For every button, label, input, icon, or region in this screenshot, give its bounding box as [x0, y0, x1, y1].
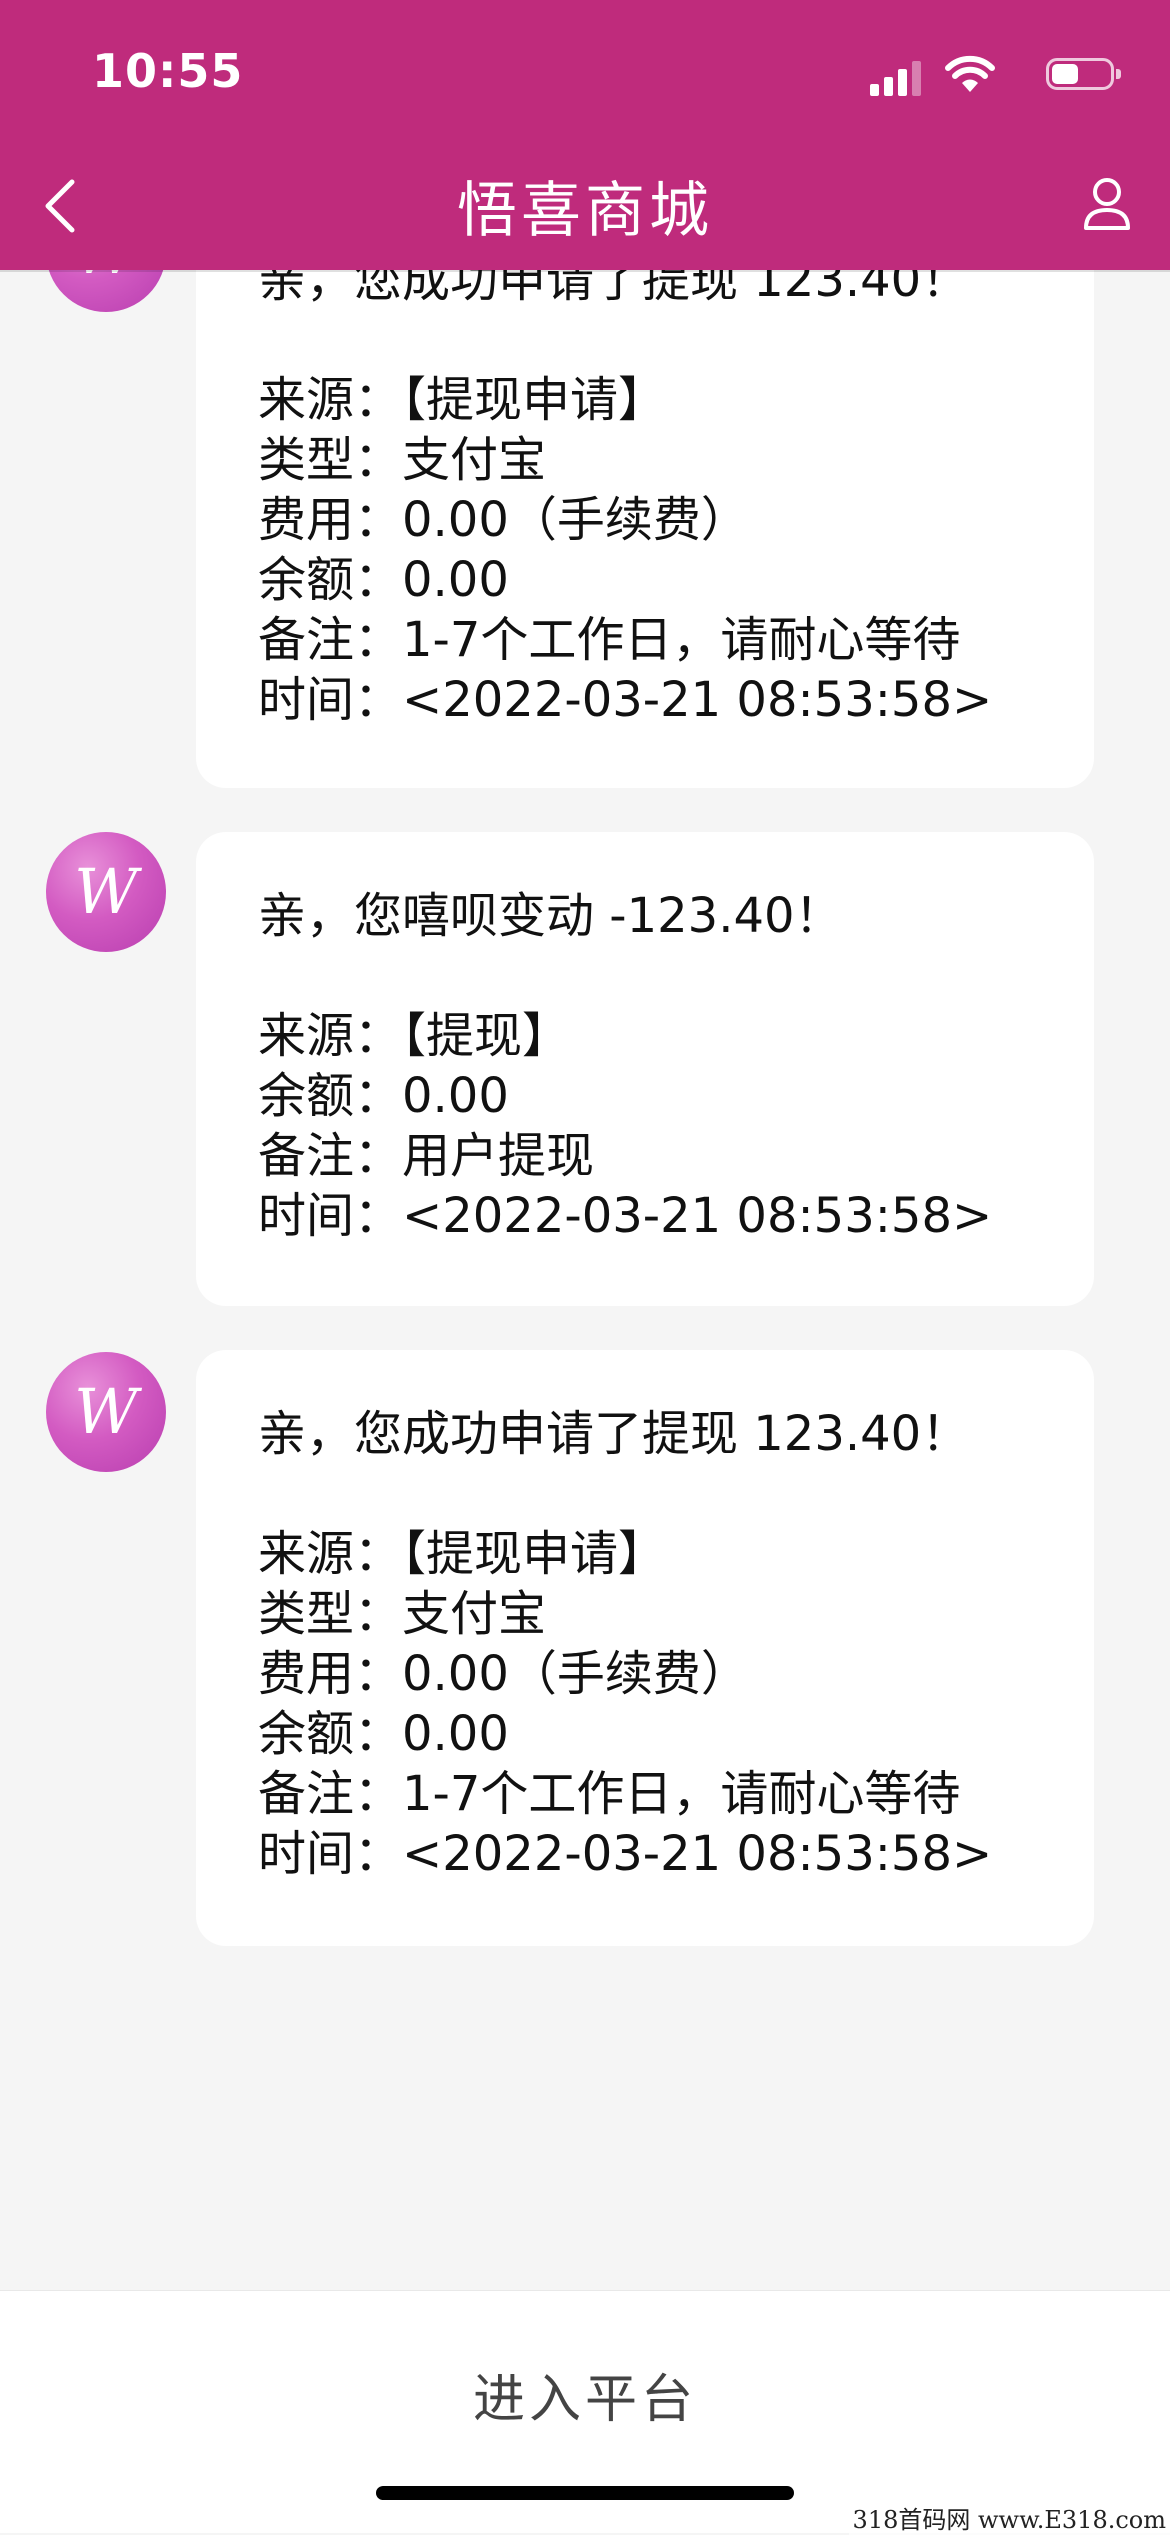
app-header: 10:55 悟喜商城: [0, 0, 1170, 270]
message-line: 备注：1-7个工作日，请耐心等待: [258, 612, 961, 668]
message-card: 亲，您成功申请了提现 123.40！ 来源：【提现申请】 类型：支付宝 费用：0…: [196, 190, 1094, 788]
user-icon[interactable]: [1082, 176, 1132, 232]
message-line: 时间：<2022-03-21 08:53:58>: [258, 1826, 993, 1882]
enter-platform-button[interactable]: 进入平台: [0, 2357, 1170, 2432]
battery-icon: [1046, 58, 1121, 90]
page-title: 悟喜商城: [457, 176, 713, 246]
message-line: 来源：【提现】: [258, 1008, 571, 1064]
message-card: 亲，您嘻呗变动 -123.40！ 来源：【提现】 余额：0.00 备注：用户提现…: [196, 832, 1094, 1306]
message-line: 类型：支付宝: [258, 1586, 547, 1642]
message-line: 备注：用户提现: [258, 1128, 595, 1184]
wifi-icon: [945, 55, 995, 92]
status-time: 10:55: [92, 44, 244, 98]
message-line: 余额：0.00: [258, 1068, 509, 1124]
message-line: 亲，您嘻呗变动 -123.40！: [258, 888, 843, 944]
message-line: 费用：0.00（手续费）: [258, 492, 749, 548]
message-line: 时间：<2022-03-21 08:53:58>: [258, 672, 993, 728]
message-line: 亲，您成功申请了提现 123.40！: [258, 1406, 970, 1462]
watermark: 318首码网 www.E318.com: [848, 2500, 1170, 2535]
message-line: 余额：0.00: [258, 552, 509, 608]
message-line: 备注：1-7个工作日，请耐心等待: [258, 1766, 961, 1822]
signal-icon: [870, 60, 924, 96]
message-line: 来源：【提现申请】: [258, 372, 667, 428]
message-list[interactable]: W 亲，您成功申请了提现 123.40！ 来源：【提现申请】 类型：支付宝 费用…: [0, 0, 1170, 2290]
avatar: W: [46, 832, 166, 952]
message-line: 来源：【提现申请】: [258, 1526, 667, 1582]
home-indicator[interactable]: [376, 2486, 794, 2500]
message-card: 亲，您成功申请了提现 123.40！ 来源：【提现申请】 类型：支付宝 费用：0…: [196, 1350, 1094, 1946]
message-line: 余额：0.00: [258, 1706, 509, 1762]
message-line: 费用：0.00（手续费）: [258, 1646, 749, 1702]
message-line: 类型：支付宝: [258, 432, 547, 488]
avatar: W: [46, 1352, 166, 1472]
message-line: 时间：<2022-03-21 08:53:58>: [258, 1188, 993, 1244]
